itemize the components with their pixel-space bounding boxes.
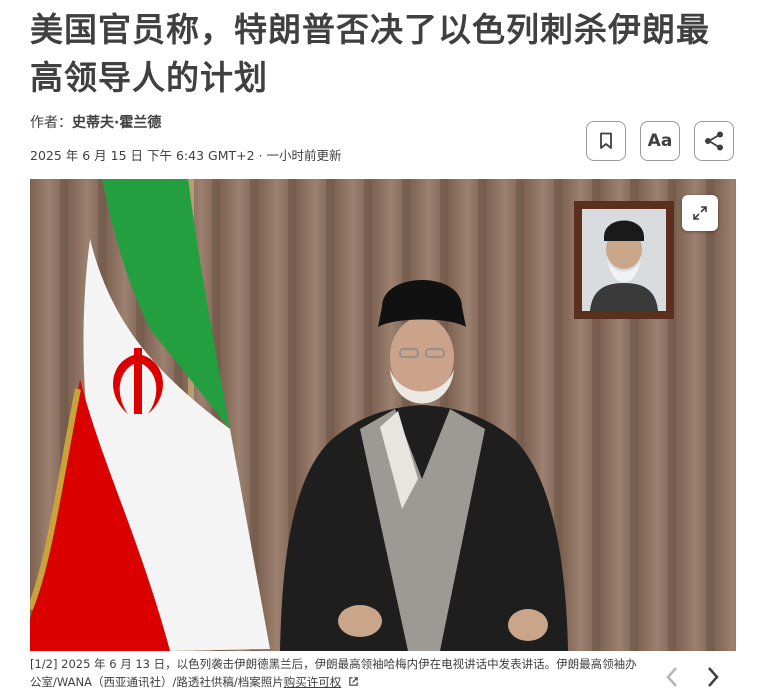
expand-photo-button[interactable]	[682, 195, 718, 231]
photo-illustration	[30, 179, 736, 651]
share-button[interactable]	[694, 121, 734, 161]
bookmark-button[interactable]	[586, 121, 626, 161]
gallery-prev-button[interactable]	[659, 662, 685, 692]
author-prefix: 作者：	[30, 115, 72, 131]
gallery-next-button[interactable]	[700, 662, 726, 692]
gallery-index: [1/2]	[30, 657, 58, 671]
share-icon	[705, 131, 723, 151]
chevron-left-icon	[666, 667, 677, 687]
chevron-right-icon	[708, 667, 719, 687]
external-link-icon	[349, 677, 358, 686]
text-size-button[interactable]: Aa	[640, 121, 680, 161]
expand-icon	[693, 206, 707, 220]
article-dateline: 2025 年 6 月 15 日 下午 6:43 GMT+2 · 一小时前更新	[30, 148, 342, 163]
photo-caption: [1/2] 2025 年 6 月 13 日，以色列袭击伊朗德黑兰后，伊朗最高领袖…	[30, 655, 640, 691]
hero-photo[interactable]	[30, 179, 736, 651]
byline: 作者：史蒂夫·霍兰德	[30, 112, 161, 132]
text-size-label: Aa	[647, 131, 673, 151]
bookmark-icon	[600, 132, 612, 149]
author-link[interactable]: 史蒂夫·霍兰德	[72, 115, 161, 131]
framed-portrait	[574, 201, 674, 319]
license-link[interactable]: 购买许可权	[284, 675, 342, 689]
article-headline: 美国官员称，特朗普否决了以色列刺杀伊朗最高领导人的计划	[30, 10, 710, 97]
